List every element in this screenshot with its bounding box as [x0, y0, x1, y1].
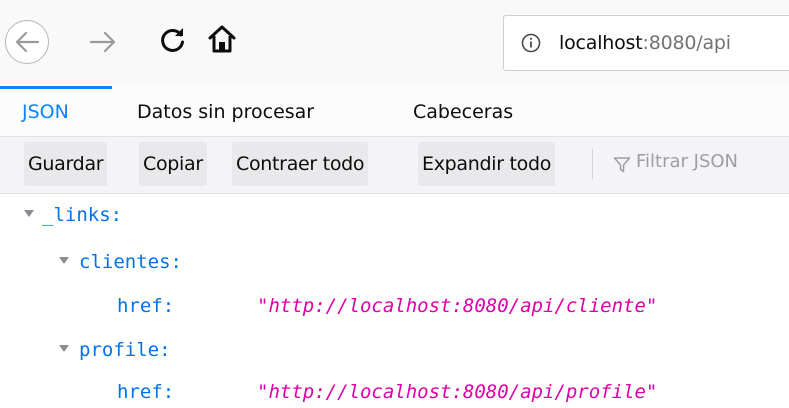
expand-triangle-icon[interactable]: [59, 345, 69, 352]
filter-json-input[interactable]: Filtrar JSON: [636, 151, 738, 172]
home-icon: [208, 25, 236, 53]
json-toolbar: Guardar Copiar Contraer todo Expandir to…: [0, 137, 789, 194]
json-key: profile:: [79, 339, 171, 361]
json-string-value: "http://localhost:8080/api/cliente": [257, 295, 658, 317]
forward-button[interactable]: [88, 27, 118, 57]
expand-triangle-icon[interactable]: [24, 210, 34, 217]
json-key: _links:: [42, 204, 123, 226]
collapse-all-button[interactable]: Contraer todo: [232, 142, 369, 186]
json-string-value: "http://localhost:8080/api/profile": [257, 381, 658, 403]
copy-button[interactable]: Copiar: [139, 142, 207, 186]
tab-raw-data[interactable]: Datos sin procesar: [137, 86, 314, 136]
url-path: :8080/api: [642, 32, 732, 54]
url-bar[interactable]: localhost:8080/api: [503, 15, 789, 71]
info-icon[interactable]: [521, 33, 541, 53]
filter-icon: [613, 156, 631, 174]
home-button[interactable]: [206, 23, 238, 55]
reload-icon: [161, 28, 184, 52]
navigation-bar: localhost:8080/api: [0, 0, 789, 86]
forward-arrow-icon: [89, 31, 116, 53]
url-text[interactable]: localhost:8080/api: [559, 32, 731, 54]
url-host: localhost: [559, 32, 643, 54]
json-key: href:: [117, 381, 175, 403]
expand-all-button[interactable]: Expandir todo: [418, 142, 556, 186]
expand-triangle-icon[interactable]: [59, 257, 69, 264]
viewer-tabs: JSON Datos sin procesar Cabeceras: [0, 86, 789, 137]
tab-headers[interactable]: Cabeceras: [413, 86, 513, 136]
json-viewer-page: localhost:8080/api JSON Datos sin proces…: [0, 0, 789, 408]
back-arrow-icon: [15, 31, 40, 53]
json-key: clientes:: [79, 251, 182, 273]
json-tree: _links: clientes: href: "http://localhos…: [0, 194, 789, 408]
toolbar-divider: [592, 149, 593, 179]
json-key: href:: [117, 295, 175, 317]
reload-button[interactable]: [158, 25, 188, 55]
tab-json[interactable]: JSON: [22, 86, 69, 136]
back-button[interactable]: [5, 20, 49, 64]
save-button[interactable]: Guardar: [24, 142, 108, 186]
